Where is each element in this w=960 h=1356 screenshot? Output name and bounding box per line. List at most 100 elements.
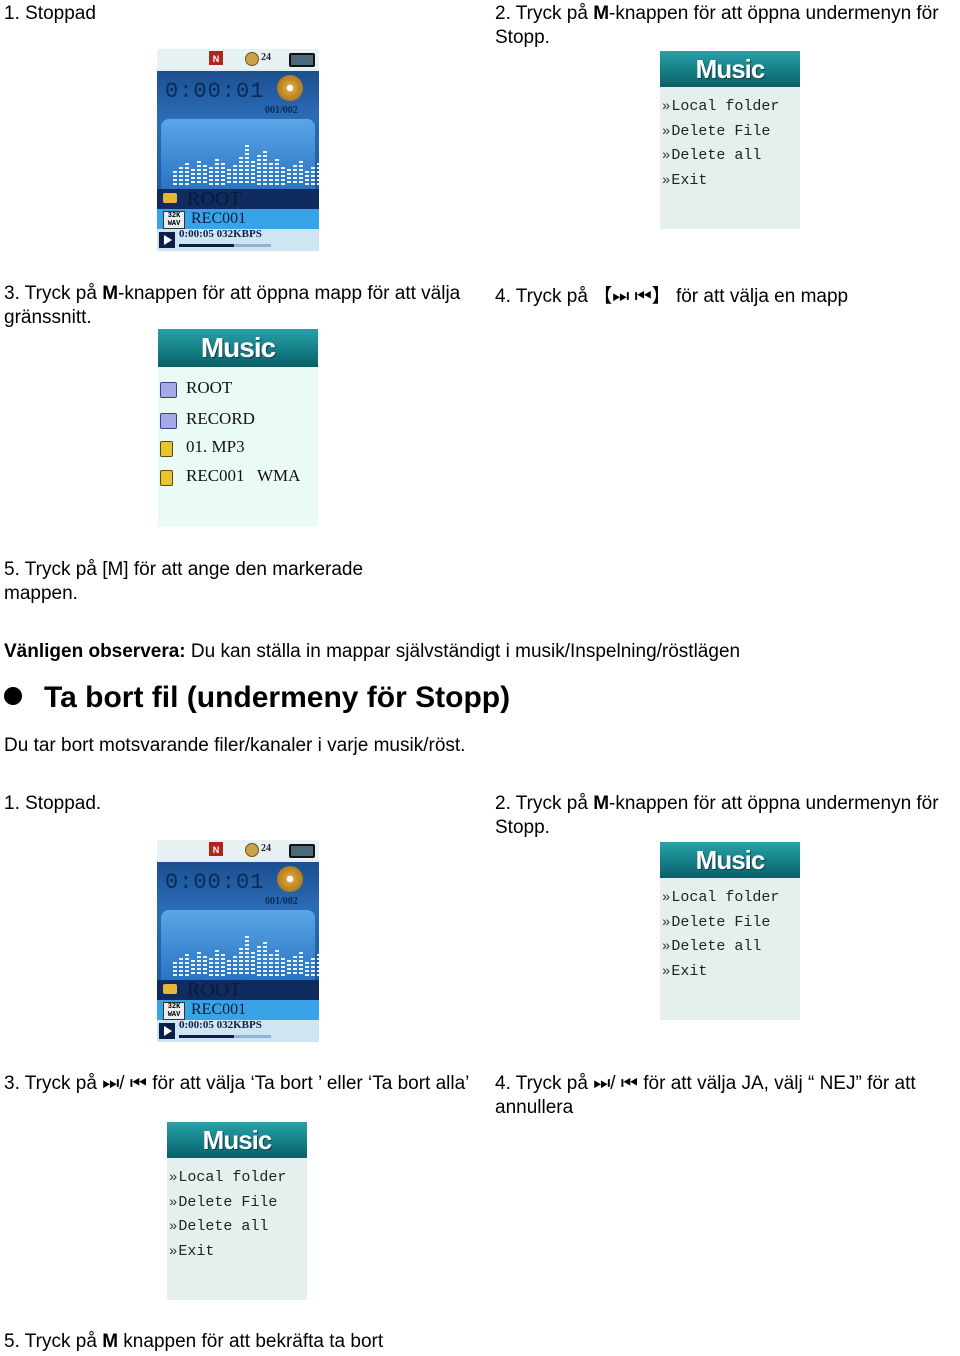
step-1-label: 1. Stoppad xyxy=(4,3,96,24)
menu-item-label: Local folder xyxy=(178,1169,287,1186)
step-2-key: M xyxy=(593,3,610,24)
equalizer-bar xyxy=(227,960,231,976)
menu-item-label: Local folder xyxy=(671,889,780,906)
equalizer-bar xyxy=(191,960,195,976)
folder-icon xyxy=(163,193,177,203)
file-icon xyxy=(160,470,173,486)
equalizer-bar xyxy=(257,155,261,185)
menu-item-delete-all: »Delete all xyxy=(169,1215,307,1240)
music-menu-screen: Music »Local folder »Delete File »Delete… xyxy=(167,1122,307,1300)
music-menu-screen: Music »Local folder »Delete File »Delete… xyxy=(660,842,800,1020)
menu-item-label: Delete all xyxy=(671,147,762,164)
menu-item-label: Delete all xyxy=(671,938,762,955)
menu-item-label: Delete File xyxy=(671,122,771,140)
menu-item-delete-file: »Delete File xyxy=(662,120,800,145)
section-heading: Ta bort fil (undermeny för Stopp) xyxy=(4,680,510,716)
step-3-prefix: 3. Tryck på xyxy=(4,283,103,304)
equalizer-bars xyxy=(173,936,319,976)
equalizer-bar xyxy=(269,163,273,185)
equalizer-display xyxy=(161,910,319,980)
volume-level: 24 xyxy=(261,843,271,854)
equalizer-bar xyxy=(203,165,207,185)
note-text: Du kan ställa in mappar självständigt i … xyxy=(185,641,741,662)
equalizer-bar xyxy=(311,958,315,976)
equalizer-bar xyxy=(221,954,225,976)
file-icon xyxy=(160,441,173,457)
s2-step-3-label: 3. Tryck på ⏭/ ⏮ för att välja ‘Ta bort … xyxy=(4,1073,470,1094)
step-4-label: 4. Tryck på 【⏭ ⏮】 för att välja en mapp xyxy=(495,286,849,307)
menu-item-delete-file: »Delete File xyxy=(662,911,800,936)
browser-item-label: REC001 WMA xyxy=(186,466,301,485)
equalizer-bar xyxy=(221,163,225,185)
equalizer-bar xyxy=(185,954,189,976)
player-screen: N 24 0:00:01 001/002 ROOT 32K WAV REC001 … xyxy=(157,49,319,251)
file-row: 32K WAV REC001 xyxy=(157,1000,319,1020)
menu-item-exit: »Exit xyxy=(169,1240,307,1265)
equalizer-bar xyxy=(245,145,249,185)
file-name: REC001 xyxy=(191,210,247,227)
format-badge-icon: 32K WAV xyxy=(163,1002,185,1020)
battery-icon xyxy=(289,844,315,858)
track-count: 001/002 xyxy=(265,896,298,907)
menu-item-exit: »Exit xyxy=(662,169,800,194)
battery-icon xyxy=(289,53,315,67)
equalizer-bar xyxy=(269,954,273,976)
browser-item-label: 01. MP3 xyxy=(186,437,245,456)
equalizer-bar xyxy=(257,946,261,976)
equalizer-bar xyxy=(191,169,195,185)
browser-item-label: ROOT xyxy=(186,378,233,397)
s2-step-1-label: 1. Stoppad. xyxy=(4,793,102,814)
equalizer-bar xyxy=(173,962,177,976)
folder-row: ROOT xyxy=(157,189,319,209)
s2-step-4-label: 4. Tryck på ⏭/ ⏮ för att välja JA, välj … xyxy=(495,1073,916,1118)
menu-item-label: Delete File xyxy=(178,1193,278,1211)
note: Vänligen observera: Du kan ställa in map… xyxy=(4,640,740,664)
equalizer-bar xyxy=(299,161,303,185)
playback-row: 0:00:05 032KBPS xyxy=(157,1019,319,1042)
playback-status: 0:00:05 032KBPS xyxy=(179,228,262,240)
step-2-prefix: 2. Tryck på xyxy=(495,3,594,24)
progress-bar xyxy=(179,1035,271,1038)
folder-icon xyxy=(163,984,177,994)
equalizer-bar xyxy=(197,952,201,976)
music-disc-icon xyxy=(277,866,303,892)
file-name: REC001 xyxy=(191,1001,247,1018)
repeat-mode-icon: N xyxy=(209,51,223,65)
player-main: 0:00:01 001/002 xyxy=(157,862,319,980)
equalizer-bar xyxy=(179,958,183,976)
folder-icon xyxy=(160,382,177,398)
menu-item-label: Exit xyxy=(671,171,708,189)
menu-title: Music xyxy=(660,51,800,87)
equalizer-bar xyxy=(215,159,219,185)
menu-item-label: Exit xyxy=(178,1242,215,1260)
equalizer-bar xyxy=(245,936,249,976)
equalizer-bar xyxy=(281,167,285,185)
equalizer-bar xyxy=(263,151,267,185)
equalizer-bar xyxy=(317,163,319,185)
equalizer-bar xyxy=(263,942,267,976)
file-row: 32K WAV REC001 xyxy=(157,209,319,229)
elapsed-time: 0:00:01 xyxy=(165,870,265,895)
s2-step-5-prefix: 5. Tryck på xyxy=(4,1331,103,1352)
equalizer-bar xyxy=(203,956,207,976)
chevron-right-icon: » xyxy=(662,963,671,980)
chevron-right-icon: » xyxy=(169,1194,178,1211)
folder-icon xyxy=(160,413,177,429)
chevron-right-icon: » xyxy=(662,123,671,140)
heading-text: Ta bort fil (undermeny för Stopp) xyxy=(44,681,511,714)
menu-item-label: Exit xyxy=(671,962,708,980)
equalizer-display xyxy=(161,119,319,189)
player-main: 0:00:01 001/002 xyxy=(157,71,319,189)
equalizer-bar xyxy=(227,169,231,185)
equalizer-bar xyxy=(287,960,291,976)
play-icon xyxy=(159,1023,175,1039)
equalizer-bar xyxy=(173,171,177,185)
equalizer-bar xyxy=(233,956,237,976)
player-screen: N 24 0:00:01 001/002 ROOT 32K WAV REC001 … xyxy=(157,840,319,1042)
equalizer-bar xyxy=(215,950,219,976)
menu-items: »Local folder »Delete File »Delete all »… xyxy=(660,87,800,193)
s2-step-5-suffix: knappen för att bekräfta ta bort xyxy=(118,1331,384,1352)
equalizer-bar xyxy=(239,157,243,185)
chevron-right-icon: » xyxy=(662,148,671,164)
chevron-right-icon: » xyxy=(662,939,671,955)
